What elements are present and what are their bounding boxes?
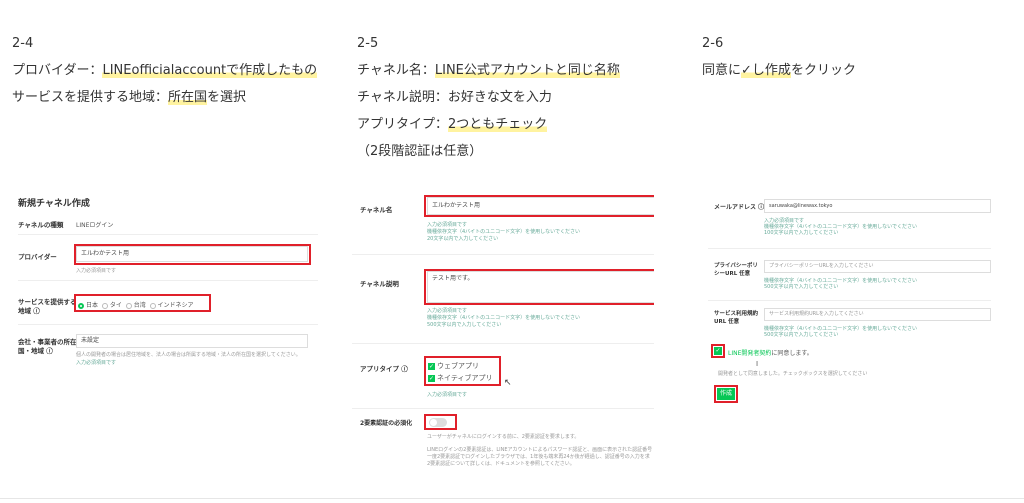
annotation-box-provider	[74, 244, 311, 265]
email-input[interactable]: saruwaka@linewax.tokyo	[764, 199, 991, 213]
step-number: 2-4	[12, 36, 34, 51]
step-number: 2-6	[702, 36, 724, 51]
screenshot-agreement: メールアドレス ⓘ saruwaka@linewax.tokyo 入力必須項目で…	[708, 190, 991, 414]
privacy-url-label: プライバシーポリシーURL 任意	[714, 263, 758, 277]
annotation-box-region	[74, 294, 211, 312]
name-hint-1: 入力必須項目です	[427, 222, 468, 228]
email-label: メールアドレス ⓘ	[714, 204, 765, 211]
name-hint-3: 20文字以内で入力してください	[427, 236, 499, 242]
privacy-url-input[interactable]: プライバシーポリシーURLを入力してください	[764, 260, 991, 273]
company-country-label: 会社・事業者の所在国・地域 ⓘ	[18, 338, 77, 355]
terms-url-input[interactable]: サービス利用規約URLを入力してください	[764, 308, 991, 321]
annotation-box-channel-name	[424, 195, 654, 217]
annotation-box-twofa	[424, 414, 457, 430]
divider	[0, 498, 1024, 499]
twofa-note-1: LINEログインの2要素認証は、LINEアカウントによるパスワード認証と、画面に…	[427, 447, 653, 453]
text-cursor-icon: I	[756, 360, 759, 368]
instruction-channel-name: チャネル名：LINE公式アカウントと同じ名称	[357, 63, 620, 78]
agree-text: LINE開発者契約に同意します。	[728, 350, 813, 357]
terms-hint-2: 500文字以内で入力してください	[764, 332, 839, 338]
desc-hint-1: 入力必須項目です	[427, 308, 468, 314]
privacy-hint-2: 500文字以内で入力してください	[764, 284, 839, 290]
instruction-app-type: アプリタイプ：2つともチェック	[357, 117, 548, 132]
mouse-cursor-icon: ↖	[504, 378, 512, 388]
name-hint-2: 機種依存文字（4バイトのユニコード文字）を使用しないでください	[427, 229, 581, 235]
provider-hint: 入力必須項目です	[76, 268, 117, 274]
instruction-agree: 同意に✓し作成をクリック	[702, 63, 856, 78]
desc-hint-2: 機種依存文字（4バイトのユニコード文字）を使用しないでください	[427, 315, 581, 321]
instruction-channel-desc: チャネル説明：お好きな文を入力	[357, 90, 552, 105]
company-hint: 個人の開発者の場合は居住地域を、法人の場合は所属する地域・法人の所在国を選択して…	[76, 352, 301, 358]
annotation-box-agree	[711, 344, 725, 358]
annotation-box-app-type	[424, 356, 501, 386]
instruction-provider: プロバイダー：LINEofficialaccountで作成したもの	[12, 63, 318, 78]
step-2-6-text: 2-6 同意に✓し作成をクリック	[702, 30, 856, 84]
channel-name-label: チャネル名	[360, 206, 393, 214]
twofa-hint: ユーザーがチャネルにログインする前に、2要素認証を要求します。	[427, 434, 580, 440]
channel-type-label: チャネルの種類	[18, 221, 64, 229]
instruction-2fa-note: （2段階認証は任意）	[357, 144, 483, 159]
step-number: 2-5	[357, 36, 379, 51]
app-type-label: アプリタイプ ⓘ	[360, 365, 408, 373]
annotation-box-channel-desc	[424, 269, 654, 305]
email-hint-3: 100文字以内で入力してください	[764, 230, 839, 236]
screenshot-channel-details: チャネル名 エルわかテスト用 入力必須項目です 機種依存文字（4バイトのユニコー…	[352, 188, 654, 470]
app-type-hint: 入力必須項目です	[427, 392, 468, 398]
company-hint-required: 入力必須項目です	[76, 360, 117, 366]
company-country-select[interactable]: 未設定	[76, 334, 308, 348]
instruction-region: サービスを提供する地域：所在国を選択	[12, 90, 247, 105]
twofa-label: 2要素認証の必須化	[360, 420, 413, 427]
form-title: 新規チャネル作成	[18, 199, 90, 209]
twofa-note-3: 2要素認証について詳しくは、ドキュメントを参照してください。	[427, 461, 575, 467]
annotation-box-create	[714, 385, 738, 403]
agree-hint: 開発者として同意しました。チェックボックスを選択してください	[718, 371, 868, 377]
terms-url-label: サービス利用規約URL 任意	[714, 311, 759, 325]
step-2-4-text: 2-4 プロバイダー：LINEofficialaccountで作成したもの サー…	[12, 30, 318, 111]
developer-agreement-link[interactable]: LINE開発者契約	[728, 350, 771, 357]
channel-desc-label: チャネル説明	[360, 280, 399, 288]
provider-label: プロバイダー	[18, 253, 57, 261]
screenshot-new-channel: 新規チャネル作成 チャネルの種類 LINEログイン プロバイダー エルわかテスト…	[10, 188, 335, 373]
desc-hint-3: 500文字以内で入力してください	[427, 322, 502, 328]
channel-type-value: LINEログイン	[76, 222, 114, 229]
step-2-5-text: 2-5 チャネル名：LINE公式アカウントと同じ名称 チャネル説明：お好きな文を…	[357, 30, 620, 165]
region-label: サービスを提供する地域 ⓘ	[18, 298, 77, 315]
twofa-note-2: 一度2要素認証でログインしたブラウザでは、1年後も端末再24か後が経過し、認証番…	[427, 454, 650, 460]
